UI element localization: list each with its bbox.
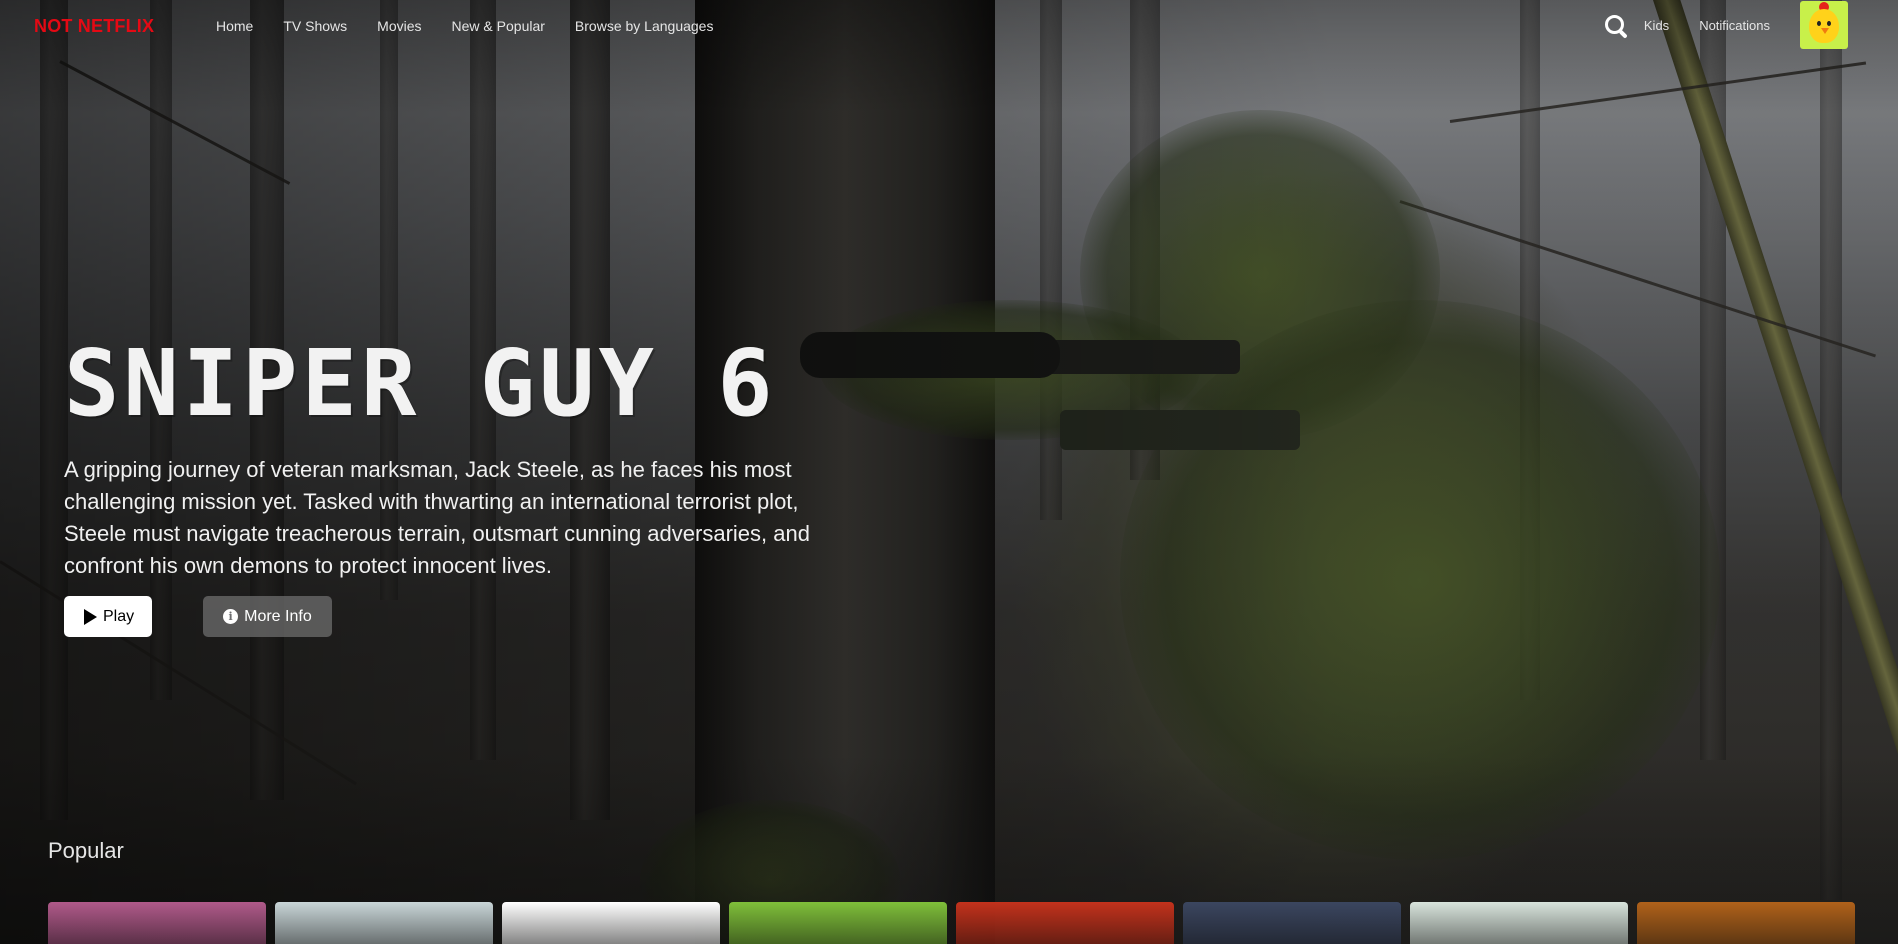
nav-kids-link[interactable]: Kids	[1644, 18, 1669, 33]
nav-link-tv-shows[interactable]: TV Shows	[283, 18, 347, 34]
nav-right: Kids Notifications	[1602, 0, 1848, 50]
hero-buttons: Play i More Info	[64, 596, 824, 637]
popular-row-cards	[48, 902, 1864, 944]
info-icon: i	[223, 609, 239, 624]
play-icon	[84, 608, 97, 625]
search-icon[interactable]	[1602, 11, 1630, 39]
top-navbar: NOT NETFLIX Home TV Shows Movies New & P…	[0, 0, 1898, 54]
nav-link-new-popular[interactable]: New & Popular	[452, 18, 545, 34]
nav-link-home[interactable]: Home	[216, 18, 253, 34]
play-button[interactable]: Play	[64, 596, 153, 637]
hero-description: A gripping journey of veteran marksman, …	[64, 457, 810, 578]
page: NOT NETFLIX Home TV Shows Movies New & P…	[0, 0, 1898, 944]
movie-card[interactable]	[275, 902, 493, 944]
nav-links: Home TV Shows Movies New & Popular Brows…	[216, 18, 743, 34]
nav-notifications-link[interactable]: Notifications	[1699, 18, 1770, 33]
brand-logo[interactable]: NOT NETFLIX	[34, 16, 154, 37]
movie-card[interactable]	[1637, 902, 1855, 944]
row-title-popular: Popular	[48, 838, 124, 863]
movie-card[interactable]	[956, 902, 1174, 944]
more-info-button[interactable]: i More Info	[203, 596, 332, 637]
movie-card[interactable]	[1410, 902, 1628, 944]
movie-card[interactable]	[1183, 902, 1401, 944]
movie-card[interactable]	[502, 902, 720, 944]
hero-content: SNIPER GUY 6 A gripping journey of veter…	[64, 336, 824, 637]
nav-link-movies[interactable]: Movies	[377, 18, 421, 34]
profile-avatar[interactable]	[1800, 1, 1848, 49]
nav-link-browse-by-languages[interactable]: Browse by Languages	[575, 18, 714, 34]
more-info-button-label: More Info	[244, 607, 312, 625]
movie-card[interactable]	[48, 902, 266, 944]
hero-title: SNIPER GUY 6	[64, 330, 777, 437]
movie-card[interactable]	[729, 902, 947, 944]
play-button-label: Play	[103, 607, 135, 625]
